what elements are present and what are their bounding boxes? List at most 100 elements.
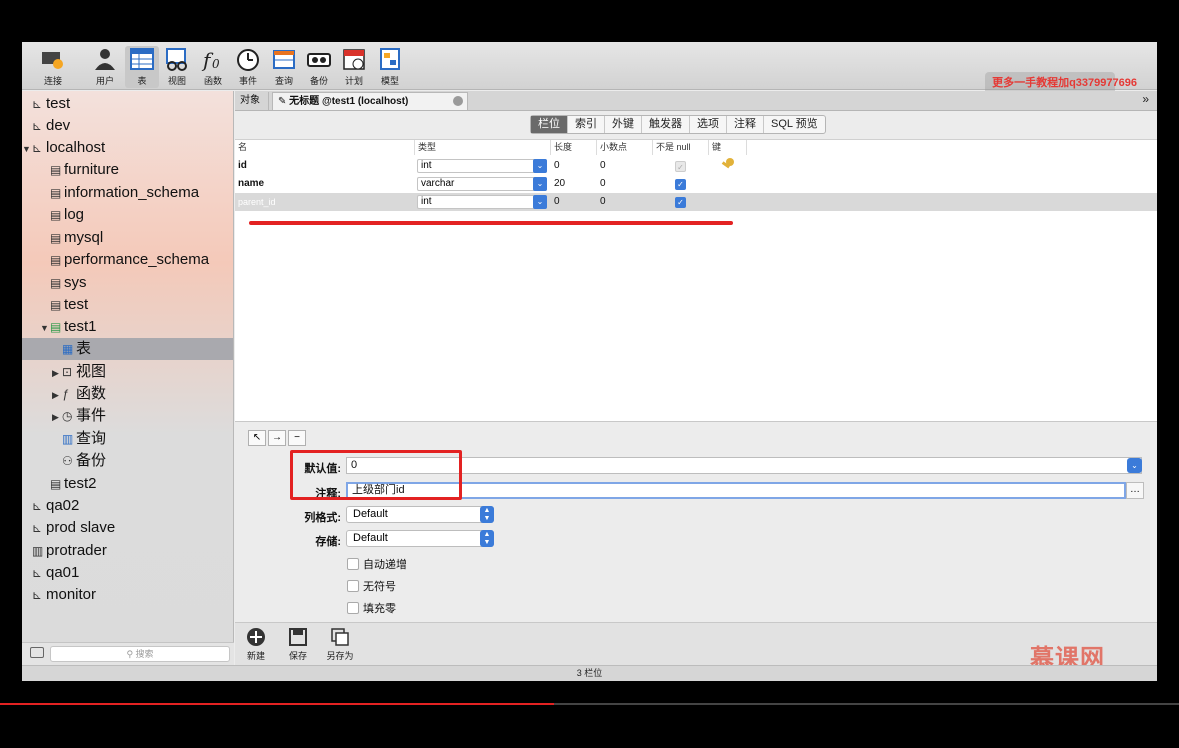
- video-progress-bar[interactable]: [0, 703, 1179, 705]
- annotation-underline: [249, 221, 733, 225]
- sidebar-item-tables[interactable]: ▦ 表: [22, 338, 233, 360]
- function-button[interactable]: f0 函数: [196, 46, 230, 88]
- field-name[interactable]: id: [235, 157, 247, 175]
- column-header-name[interactable]: 名: [235, 140, 415, 155]
- backup-button[interactable]: 备份: [302, 46, 336, 88]
- sidebar-item-test[interactable]: ⊾ test: [22, 93, 233, 115]
- sidebar-item-sys[interactable]: ▤ sys: [22, 272, 233, 294]
- event-button[interactable]: 事件: [231, 46, 265, 88]
- not-null-checkbox[interactable]: ✓: [675, 179, 686, 190]
- not-null-checkbox[interactable]: ✓: [675, 197, 686, 208]
- table-row[interactable]: name varchar ⌄ 20 0 ✓: [235, 175, 1157, 193]
- sidebar-item-test2[interactable]: ▤ test2: [22, 473, 233, 495]
- database-icon: ▤: [50, 253, 62, 267]
- sidebar-item-qa02[interactable]: ⊾ qa02: [22, 495, 233, 517]
- new-button[interactable]: 新建: [239, 627, 273, 662]
- auto-increment-checkbox[interactable]: 自动递增: [347, 556, 407, 572]
- column-header-type[interactable]: 类型: [415, 140, 551, 155]
- sidebar-item-prod-slave[interactable]: ⊾ prod slave: [22, 517, 233, 539]
- sidebar-item-performance-schema[interactable]: ▤ performance_schema: [22, 249, 233, 271]
- tab-comment[interactable]: 注释: [727, 116, 764, 133]
- field-name[interactable]: name: [235, 175, 264, 193]
- backup-icon: [307, 53, 331, 67]
- storage-select[interactable]: Default ▲ ▼: [346, 530, 494, 547]
- type-select[interactable]: int ⌄: [417, 195, 547, 209]
- connection-icon: ⊾: [32, 588, 43, 602]
- sidebar-item-log[interactable]: ▤ log: [22, 204, 233, 226]
- column-header-decimals[interactable]: 小数点: [597, 140, 653, 155]
- sidebar-item-dev[interactable]: ⊾ dev: [22, 115, 233, 137]
- expand-triangle-icon[interactable]: ▼: [40, 317, 50, 339]
- expand-comment-button[interactable]: …: [1126, 482, 1144, 499]
- type-select[interactable]: varchar ⌄: [417, 177, 547, 191]
- type-select[interactable]: int ⌄: [417, 159, 547, 173]
- collapse-triangle-icon[interactable]: ▶: [52, 362, 62, 384]
- close-tab-icon[interactable]: [453, 96, 463, 106]
- query-button[interactable]: 查询: [267, 46, 301, 88]
- sidebar-item-localhost[interactable]: ▼⊾ localhost: [22, 137, 233, 160]
- field-length[interactable]: 20: [551, 175, 565, 193]
- tab-fields[interactable]: 栏位: [531, 116, 568, 133]
- sidebar-item-test1[interactable]: ▼▤ test1: [22, 316, 233, 339]
- field-name[interactable]: parent_id: [235, 193, 276, 211]
- column-header-not-null[interactable]: 不是 null: [653, 140, 709, 155]
- sidebar-item-backups[interactable]: ⚇ 备份: [22, 450, 233, 472]
- field-length[interactable]: 0: [551, 193, 560, 211]
- connection-icon: ⊾: [32, 566, 43, 580]
- sidebar-item-test-db[interactable]: ▤ test: [22, 294, 233, 316]
- field-length[interactable]: 0: [551, 157, 560, 175]
- unsigned-checkbox[interactable]: 无符号: [347, 578, 396, 594]
- schedule-button[interactable]: 计划: [337, 46, 371, 88]
- sidebar-item-furniture[interactable]: ▤ furniture: [22, 159, 233, 181]
- view-button[interactable]: 视图: [160, 46, 194, 88]
- sidebar-item-queries[interactable]: ▥ 查询: [22, 428, 233, 450]
- tab-objects[interactable]: 对象: [235, 92, 269, 110]
- connection-button[interactable]: 连接: [36, 46, 70, 88]
- table-row[interactable]: parent_id int ⌄ 0 0 ✓: [235, 193, 1157, 211]
- tab-options[interactable]: 选项: [690, 116, 727, 133]
- not-null-checkbox[interactable]: ✓: [675, 161, 686, 172]
- sidebar-item-mysql[interactable]: ▤ mysql: [22, 227, 233, 249]
- comment-field[interactable]: 上级部门id: [346, 482, 1126, 499]
- model-button[interactable]: 模型: [373, 46, 407, 88]
- zerofill-checkbox[interactable]: 填充零: [347, 600, 396, 616]
- field-decimals[interactable]: 0: [597, 193, 606, 211]
- default-value-field[interactable]: 0: [346, 457, 1142, 474]
- user-button[interactable]: 用户: [88, 46, 122, 88]
- sidebar-item-views[interactable]: ▶ ⊡ 视图: [22, 361, 233, 384]
- field-decimals[interactable]: 0: [597, 157, 606, 175]
- storage-label: 存储:: [315, 536, 341, 548]
- tab-sql-preview[interactable]: SQL 预览: [764, 116, 825, 133]
- collapse-triangle-icon[interactable]: ▶: [52, 384, 62, 406]
- chevron-down-icon[interactable]: ⌄: [1127, 458, 1142, 473]
- pointer-icon[interactable]: ↖: [248, 430, 266, 446]
- table-row[interactable]: id int ⌄ 0 0 ✓: [235, 157, 1157, 175]
- sidebar-item-monitor[interactable]: ⊾ monitor: [22, 584, 233, 606]
- column-format-select[interactable]: Default ▲ ▼: [346, 506, 494, 523]
- sidebar-item-qa01[interactable]: ⊾ qa01: [22, 562, 233, 584]
- tab-indexes[interactable]: 索引: [568, 116, 605, 133]
- collapse-triangle-icon[interactable]: ▶: [52, 406, 62, 428]
- save-button[interactable]: 保存: [281, 627, 315, 662]
- connection-icon: ⊾: [32, 119, 43, 133]
- tab-foreign-keys[interactable]: 外键: [605, 116, 642, 133]
- toggle-panel-icon[interactable]: [30, 647, 44, 658]
- column-header-key[interactable]: 键: [709, 140, 747, 155]
- save-as-button[interactable]: 另存为: [323, 627, 357, 662]
- updown-chevron-icon: ▲ ▼: [480, 506, 494, 523]
- expand-triangle-icon[interactable]: ▼: [22, 138, 32, 160]
- table-button[interactable]: 表: [125, 46, 159, 88]
- column-header-length[interactable]: 长度: [551, 140, 597, 155]
- sidebar-item-events[interactable]: ▶ ◷ 事件: [22, 405, 233, 428]
- sidebar-item-information-schema[interactable]: ▤ information_schema: [22, 182, 233, 204]
- sidebar-item-protrader[interactable]: ▥ protrader: [22, 540, 233, 562]
- more-tabs-icon[interactable]: »: [1142, 92, 1149, 106]
- sidebar-item-functions[interactable]: ▶ ƒ 函数: [22, 383, 233, 406]
- field-decimals[interactable]: 0: [597, 175, 606, 193]
- insert-field-icon[interactable]: →: [268, 430, 286, 446]
- tab-table-designer[interactable]: ✎ 无标题 @test1 (localhost): [272, 92, 468, 110]
- tab-triggers[interactable]: 触发器: [642, 116, 690, 133]
- remove-field-icon[interactable]: −: [288, 430, 306, 446]
- status-bar: 3 栏位: [22, 665, 1157, 681]
- sidebar-search-input[interactable]: ⚲ 搜索: [50, 646, 230, 662]
